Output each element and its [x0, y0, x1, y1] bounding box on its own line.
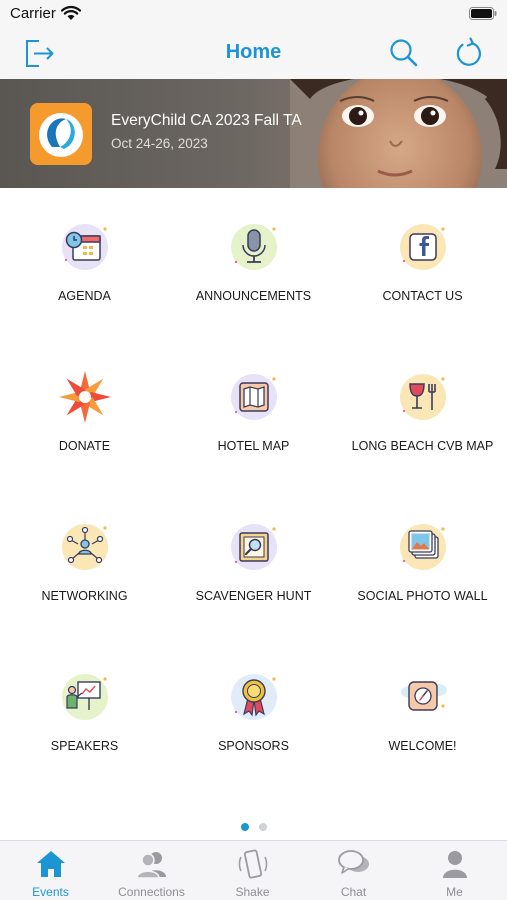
- event-dates: Oct 24-26, 2023: [111, 136, 208, 151]
- starburst-logo-icon: [58, 370, 112, 424]
- module-scavenger-hunt[interactable]: SCAVENGER HUNT: [169, 488, 338, 638]
- module-label: SOCIAL PHOTO WALL: [357, 589, 488, 603]
- presenter-icon: [58, 670, 112, 724]
- module-contact-us[interactable]: CONTACT US: [338, 188, 507, 338]
- page-dot-2[interactable]: [258, 823, 267, 831]
- module-sponsors[interactable]: SPONSORS: [169, 638, 338, 788]
- module-welcome[interactable]: WELCOME!: [338, 638, 507, 788]
- module-hotel-map[interactable]: HOTEL MAP: [169, 338, 338, 488]
- battery-icon: [469, 7, 497, 20]
- event-banner[interactable]: EveryChild CA 2023 Fall TA Oct 24-26, 20…: [0, 79, 507, 188]
- chat-bubbles-icon: [338, 849, 370, 879]
- network-icon: [58, 520, 112, 574]
- calendar-clock-icon: [58, 220, 112, 274]
- tab-chat[interactable]: Chat: [303, 841, 404, 900]
- module-announcements[interactable]: ANNOUNCEMENTS: [169, 188, 338, 338]
- navigation-bar: Home: [0, 30, 507, 79]
- page-title: Home: [225, 41, 282, 63]
- module-social-photo-wall[interactable]: SOCIAL PHOTO WALL: [338, 488, 507, 638]
- module-label: LONG BEACH CVB MAP: [351, 439, 494, 453]
- tab-bar: Events Connections Shake Chat Me: [0, 840, 507, 900]
- tab-shake[interactable]: Shake: [202, 841, 303, 900]
- tab-label: Me: [446, 885, 463, 899]
- module-label: NETWORKING: [41, 589, 128, 603]
- person-icon: [439, 849, 471, 879]
- search-icon: [390, 39, 418, 67]
- tab-label: Chat: [340, 885, 367, 899]
- module-label: ANNOUNCEMENTS: [195, 289, 312, 303]
- wine-fork-icon: [396, 370, 450, 424]
- people-icon: [136, 849, 168, 879]
- page-dot-1[interactable]: [240, 823, 249, 831]
- refresh-icon: [456, 37, 481, 66]
- map-icon: [227, 370, 281, 424]
- facebook-icon: [396, 220, 450, 274]
- module-label: WELCOME!: [388, 739, 457, 753]
- phone-shake-icon: [237, 849, 269, 879]
- tab-events[interactable]: Events: [0, 841, 101, 900]
- banner-child-photo: [290, 79, 507, 188]
- event-logo: [30, 103, 92, 165]
- tab-label: Shake: [235, 885, 270, 899]
- module-label: AGENDA: [58, 289, 111, 303]
- module-agenda[interactable]: AGENDA: [0, 188, 169, 338]
- home-icon: [35, 849, 67, 879]
- tab-connections[interactable]: Connections: [101, 841, 202, 900]
- module-label: DONATE: [58, 439, 111, 453]
- status-bar: Carrier: [0, 0, 507, 30]
- search-button[interactable]: [387, 36, 421, 70]
- module-label: SPEAKERS: [50, 739, 119, 753]
- module-long-beach-cvb-map[interactable]: LONG BEACH CVB MAP: [338, 338, 507, 488]
- page-indicator: [0, 818, 507, 831]
- welcome-compass-icon: [396, 670, 450, 724]
- carrier-label: Carrier: [10, 5, 56, 22]
- award-ribbon-icon: [227, 670, 281, 724]
- wifi-icon: [61, 5, 81, 20]
- refresh-button[interactable]: [452, 36, 486, 70]
- tab-label: Events: [32, 885, 69, 899]
- module-label: SPONSORS: [218, 739, 289, 753]
- magnifier-icon: [227, 520, 281, 574]
- tab-me[interactable]: Me: [404, 841, 505, 900]
- module-speakers[interactable]: SPEAKERS: [0, 638, 169, 788]
- module-grid: AGENDA ANNOUNCEMENTS CONTACT US DONATE H…: [0, 188, 507, 808]
- microphone-icon: [227, 220, 281, 274]
- tab-label: Connections: [118, 885, 185, 899]
- module-label: CONTACT US: [382, 289, 463, 303]
- event-title: EveryChild CA 2023 Fall TA: [111, 112, 302, 129]
- module-label: SCAVENGER HUNT: [195, 589, 312, 603]
- module-networking[interactable]: NETWORKING: [0, 488, 169, 638]
- module-label: HOTEL MAP: [217, 439, 290, 453]
- module-donate[interactable]: DONATE: [0, 338, 169, 488]
- photos-icon: [396, 520, 450, 574]
